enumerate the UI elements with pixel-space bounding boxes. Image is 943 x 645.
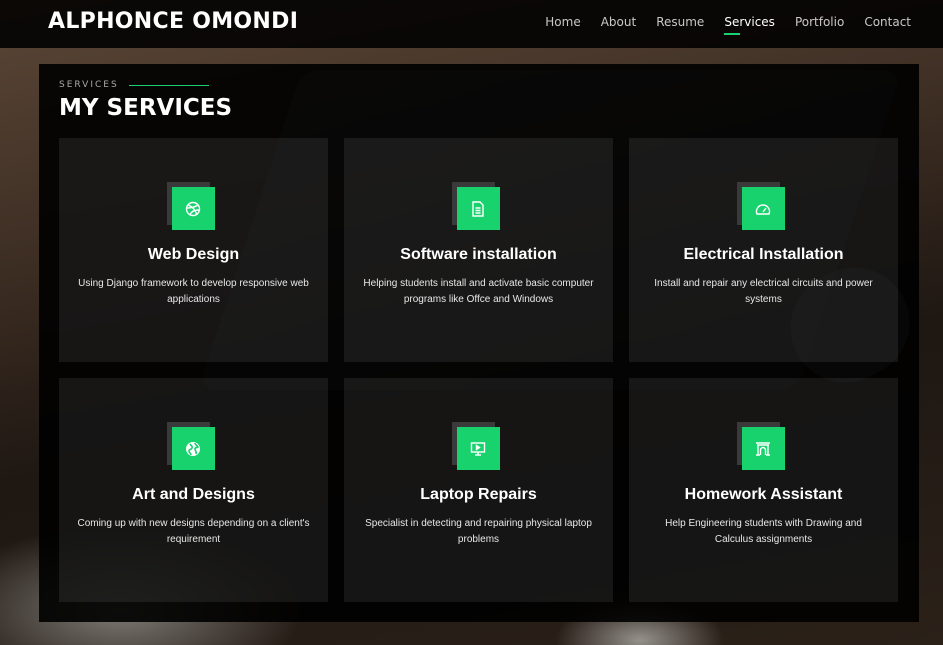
main-nav: Home About Resume Services Portfolio Con…	[545, 15, 911, 35]
file-icon	[472, 200, 484, 217]
section-title: MY SERVICES	[59, 95, 233, 121]
nav-about[interactable]: About	[601, 15, 636, 33]
services-grid: Web Design Using Django framework to dev…	[59, 138, 898, 602]
service-card-laptop-repairs[interactable]: Laptop Repairs Specialist in detecting a…	[344, 378, 613, 602]
service-card-art-and-designs[interactable]: Art and Designs Coming up with new desig…	[59, 378, 328, 602]
service-icon-box	[736, 422, 785, 470]
service-description: Using Django framework to develop respon…	[78, 278, 309, 305]
service-card-homework-assistant[interactable]: Homework Assistant Help Engineering stud…	[629, 378, 898, 602]
presentation-icon	[470, 441, 486, 456]
service-description: Coming up with new designs depending on …	[77, 518, 310, 545]
service-icon-box	[451, 422, 500, 470]
globe-icon	[186, 441, 200, 456]
nav-contact[interactable]: Contact	[864, 15, 911, 33]
service-title: Homework Assistant	[684, 486, 843, 503]
nav-services[interactable]: Services	[724, 15, 775, 35]
nav-resume[interactable]: Resume	[656, 15, 704, 33]
service-title: Web Design	[147, 246, 240, 263]
service-card-software-installation[interactable]: Software installation Helping students i…	[344, 138, 613, 362]
service-icon-box	[166, 182, 215, 230]
service-icon-box	[166, 422, 215, 470]
section-label-text: SERVICES	[59, 80, 119, 90]
service-description: Helping students install and activate ba…	[363, 278, 594, 305]
service-title: Art and Designs	[132, 486, 255, 503]
nav-portfolio[interactable]: Portfolio	[795, 15, 844, 33]
dribbble-icon	[185, 201, 201, 216]
site-logo[interactable]: ALPHONCE OMONDI	[48, 9, 298, 34]
service-description: Help Engineering students with Drawing a…	[665, 518, 862, 545]
nav-home[interactable]: Home	[545, 15, 580, 33]
navbar: ALPHONCE OMONDI Home About Resume Servic…	[0, 0, 943, 48]
service-description: Specialist in detecting and repairing ph…	[365, 518, 592, 545]
service-icon-box	[736, 182, 785, 230]
service-card-web-design[interactable]: Web Design Using Django framework to dev…	[59, 138, 328, 362]
speedometer-icon	[755, 203, 771, 215]
service-icon-box	[451, 182, 500, 230]
service-title: Laptop Repairs	[420, 486, 537, 503]
service-title: Software installation	[400, 246, 557, 263]
arch-icon	[756, 441, 770, 456]
section-label-line	[128, 84, 209, 86]
service-card-electrical-installation[interactable]: Electrical Installation Install and repa…	[629, 138, 898, 362]
service-description: Install and repair any electrical circui…	[654, 278, 873, 305]
section-label: SERVICES	[59, 80, 209, 90]
services-section: SERVICES MY SERVICES Web Design Using Dj…	[39, 64, 919, 622]
service-title: Electrical Installation	[683, 246, 844, 263]
